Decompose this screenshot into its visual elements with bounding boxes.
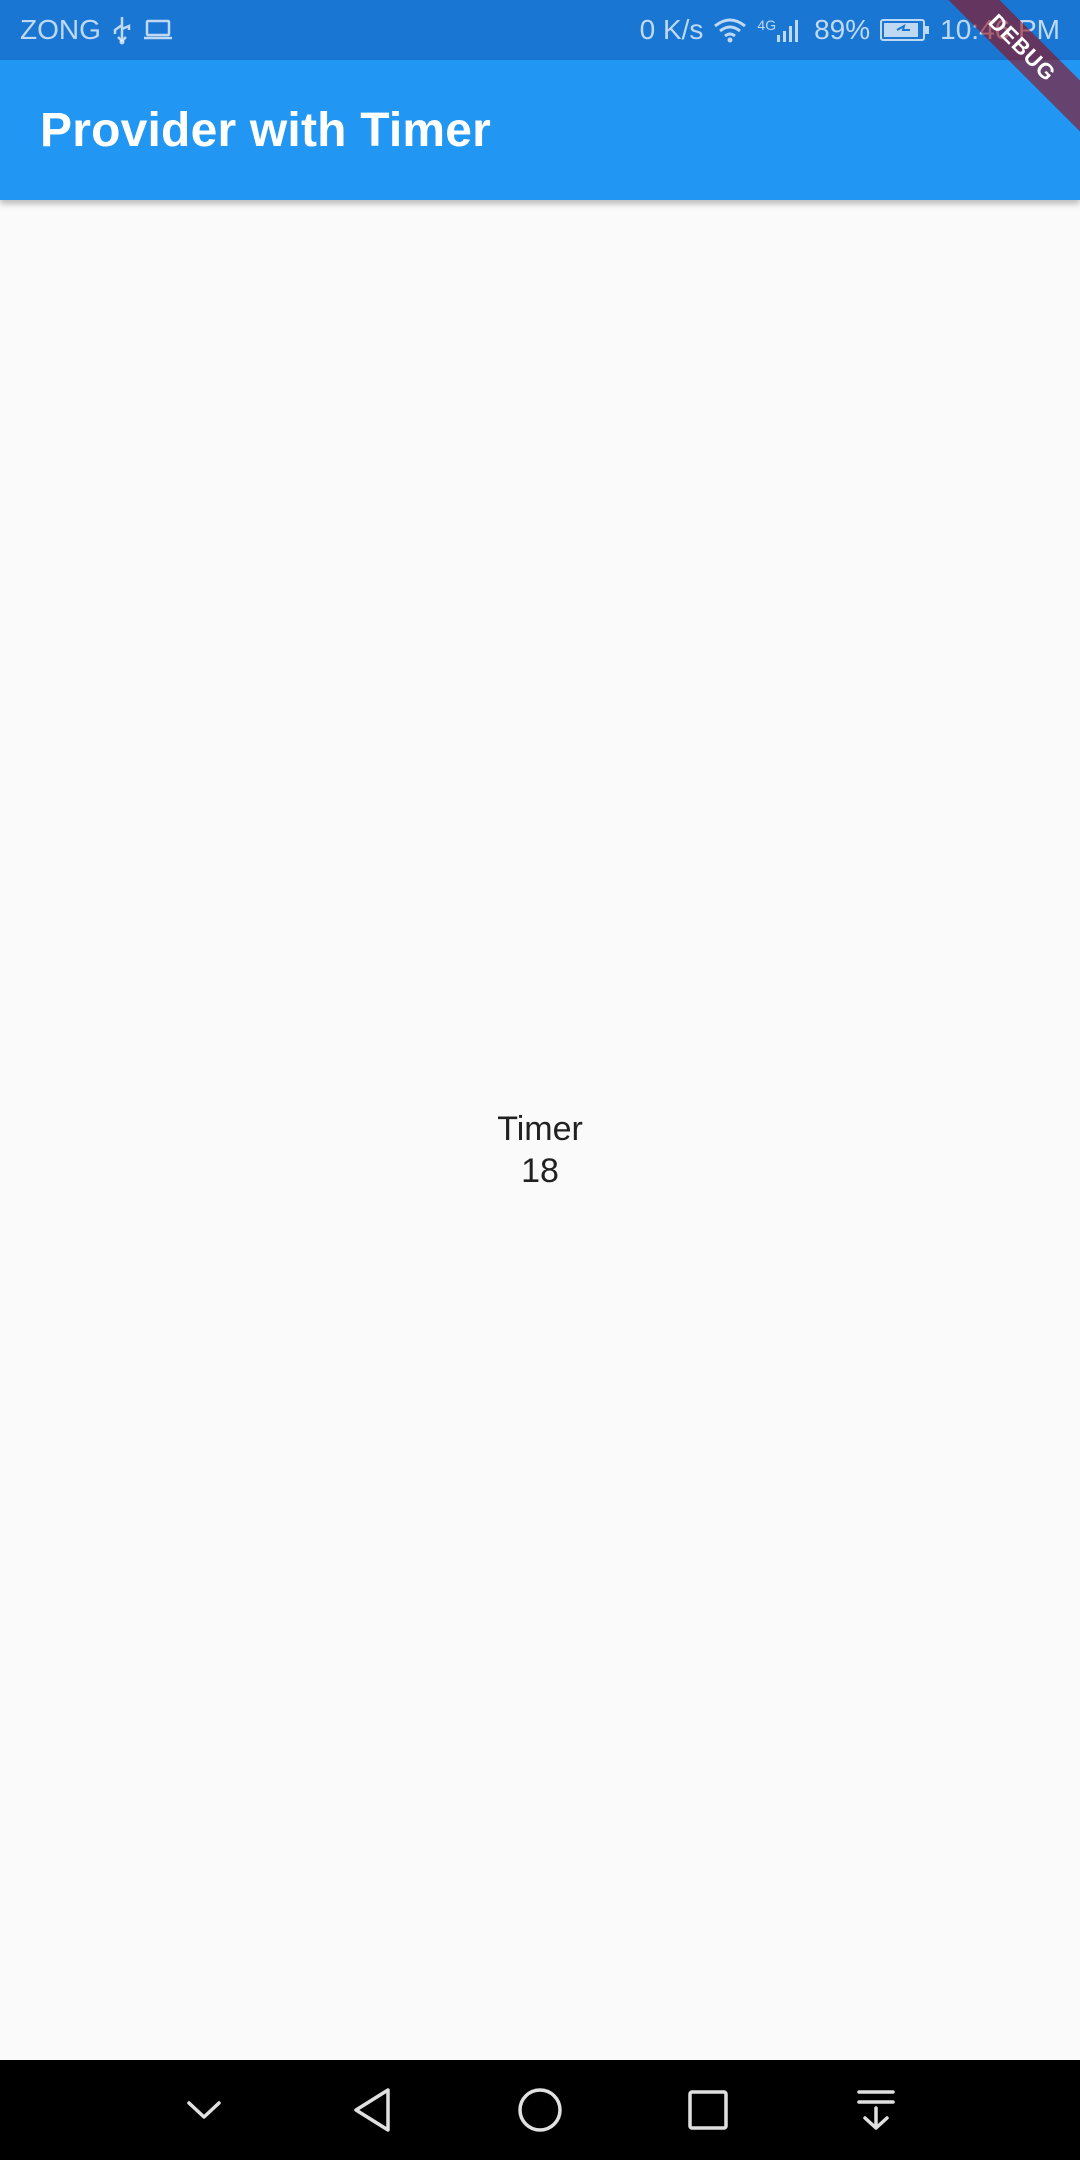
timer-value: 18: [521, 1152, 559, 1190]
notification-pull-icon: [857, 2090, 895, 2130]
home-icon: [518, 2088, 562, 2132]
recents-button[interactable]: [678, 2080, 738, 2140]
back-icon: [354, 2088, 390, 2132]
status-left-group: ZONG: [20, 14, 173, 46]
carrier-name: ZONG: [20, 14, 101, 45]
home-button[interactable]: [510, 2080, 570, 2140]
clock-time: 10:46 PM: [940, 14, 1060, 45]
status-right-group: 0 K/s 4G 89% 10:46 PM: [640, 14, 1060, 46]
chevron-down-icon: [187, 2101, 221, 2119]
back-button[interactable]: [342, 2080, 402, 2140]
page-title: Provider with Timer: [40, 103, 492, 157]
app-bar: Provider with Timer: [0, 60, 1080, 200]
laptop-icon: [143, 18, 173, 42]
notification-pull-button[interactable]: [846, 2080, 906, 2140]
net-speed: 0 K/s: [639, 14, 704, 45]
timer-display: Timer 18: [497, 1108, 583, 1192]
recents-icon: [688, 2090, 728, 2130]
usb-icon: [111, 15, 133, 45]
battery-percentage: 89%: [814, 14, 871, 45]
navigation-bar: [0, 2060, 1080, 2160]
app-screen: ZONG 0 K/s 4G 89% 10:46 PM Provider with…: [0, 0, 1080, 2160]
network-type-label: 4G: [757, 17, 777, 33]
timer-label: Timer: [497, 1110, 583, 1148]
status-bar: ZONG 0 K/s 4G 89% 10:46 PM: [0, 0, 1080, 60]
battery-icon: [880, 18, 930, 42]
hide-nav-button[interactable]: [174, 2080, 234, 2140]
wifi-icon: [713, 16, 747, 44]
main-content: Timer 18: [0, 200, 1080, 2060]
signal-icon: 4G: [757, 17, 802, 43]
